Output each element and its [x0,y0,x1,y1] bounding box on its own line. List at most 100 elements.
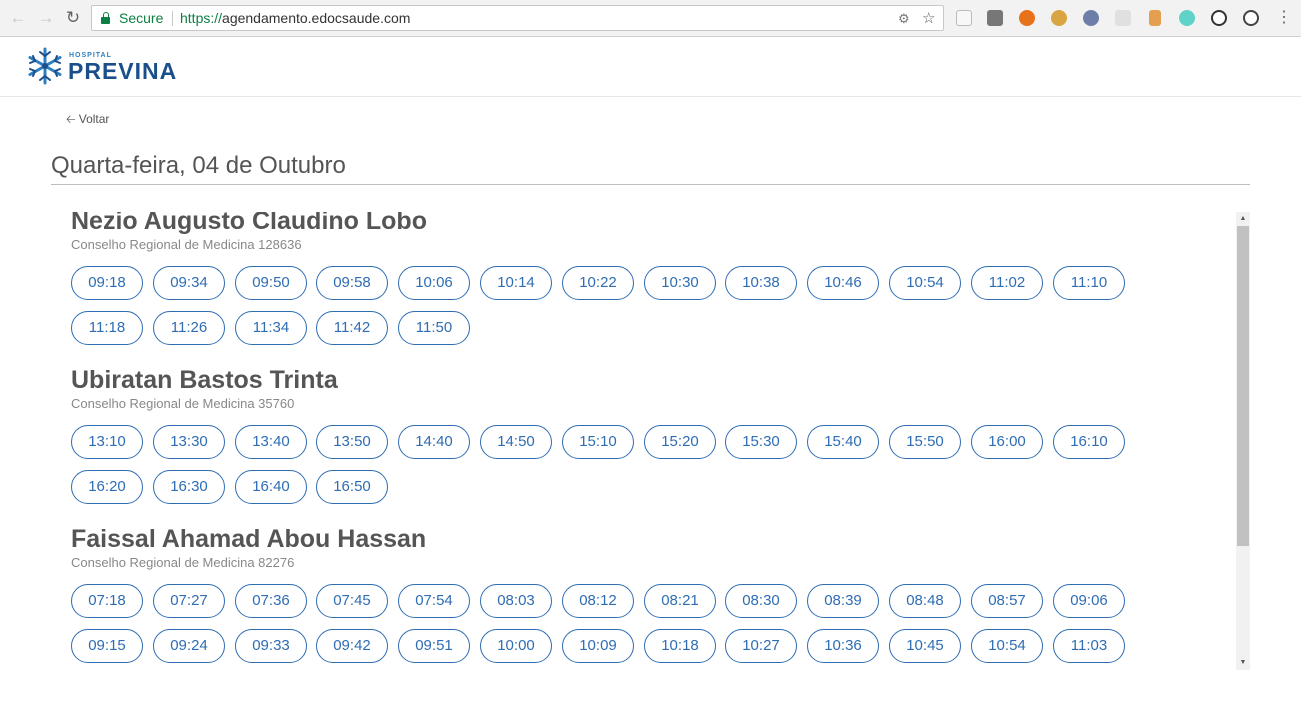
back-link[interactable]: 🡠 Voltar [66,110,109,131]
logo-title: PREVINA [68,58,178,84]
time-slot-button[interactable]: 09:18 [71,266,143,300]
scrollbar-thumb[interactable] [1237,226,1249,546]
time-slot-button[interactable]: 13:50 [316,425,388,459]
time-slot-button[interactable]: 14:40 [398,425,470,459]
time-slot-button[interactable]: 08:30 [725,584,797,618]
time-slot-button[interactable]: 08:57 [971,584,1043,618]
doctor-crm: Conselho Regional de Medicina 128636 [71,237,302,252]
extension-globe-icon[interactable] [1083,10,1099,26]
scroll-up-arrow-icon[interactable]: ▲ [1236,212,1250,226]
time-slot-button[interactable]: 08:39 [807,584,879,618]
time-slot-button[interactable]: 15:30 [725,425,797,459]
time-slot-grid: 07:18 07:27 07:36 07:45 07:54 08:03 08:12 08:21… [71,584,1131,670]
extension-page-icon[interactable] [956,10,972,26]
extension-gray-icon[interactable] [1115,10,1131,26]
time-slot-button[interactable]: 09:33 [235,629,307,663]
scrollbar[interactable]: ▲ ▼ [1236,212,1250,670]
time-slot-button[interactable]: 10:00 [480,629,552,663]
time-slot-button[interactable]: 08:12 [562,584,634,618]
hospital-logo[interactable]: HOSPITAL PREVINA [25,46,185,86]
time-slot-button[interactable]: 13:10 [71,425,143,459]
time-slot-button[interactable]: 11:42 [316,311,388,345]
scroll-down-arrow-icon[interactable]: ▼ [1236,656,1250,670]
time-slot-button[interactable]: 10:27 [725,629,797,663]
extension-dark-icon[interactable] [987,10,1003,26]
time-slot-button[interactable]: 10:36 [807,629,879,663]
time-slot-button[interactable]: 16:50 [316,470,388,504]
time-slot-button[interactable]: 15:20 [644,425,716,459]
time-slot-button[interactable]: 11:02 [971,266,1043,300]
time-slot-button[interactable]: 11:10 [1053,266,1125,300]
time-slot-button[interactable]: 07:36 [235,584,307,618]
time-slot-button[interactable]: 11:34 [235,311,307,345]
extension-spiral-icon[interactable] [1243,10,1259,26]
bookmark-star-icon[interactable]: ☆ [922,9,935,27]
time-slot-button[interactable]: 07:45 [316,584,388,618]
doctor-list[interactable]: Nezio Augusto Claudino Lobo Conselho Reg… [51,212,1250,670]
time-slot-button[interactable]: 15:50 [889,425,961,459]
time-slot-button[interactable]: 07:54 [398,584,470,618]
doctor-name: Ubiratan Bastos Trinta [71,366,338,394]
time-slot-button[interactable]: 09:51 [398,629,470,663]
time-slot-button[interactable]: 10:38 [725,266,797,300]
time-slot-button[interactable]: 14:50 [480,425,552,459]
time-slot-button[interactable]: 10:06 [398,266,470,300]
time-slot-button[interactable]: 08:48 [889,584,961,618]
time-slot-button[interactable]: 16:00 [971,425,1043,459]
time-slot-button[interactable]: 11:03 [1053,629,1125,663]
extension-sync-icon[interactable] [1211,10,1227,26]
time-slot-button[interactable]: 11:18 [71,311,143,345]
time-slot-button[interactable]: 09:34 [153,266,225,300]
time-slot-button[interactable]: 10:45 [889,629,961,663]
extension-cookie-icon[interactable] [1051,10,1067,26]
omnibox-divider [172,11,173,26]
secure-label: Secure [119,10,164,26]
title-divider [51,184,1250,185]
time-slot-button[interactable]: 16:10 [1053,425,1125,459]
snowflake-logo-icon [28,47,62,85]
browser-menu-icon[interactable]: ⋮ [1276,8,1292,28]
extension-teal-icon[interactable] [1179,10,1195,26]
time-slot-button[interactable]: 16:30 [153,470,225,504]
time-slot-button[interactable]: 16:20 [71,470,143,504]
time-slot-button[interactable]: 07:27 [153,584,225,618]
time-slot-button[interactable]: 10:22 [562,266,634,300]
time-slot-button[interactable]: 16:40 [235,470,307,504]
extension-flag-icon[interactable] [1149,10,1161,26]
time-slot-button[interactable]: 10:46 [807,266,879,300]
time-slot-button[interactable]: 08:03 [480,584,552,618]
time-slot-button[interactable]: 13:30 [153,425,225,459]
reload-icon[interactable]: ↻ [63,8,83,28]
browser-toolbar: ← → ↻ Secure https://agendamento.edocsau… [0,0,1301,37]
blocked-popup-icon[interactable]: ⚙ [898,11,910,27]
time-slot-button[interactable]: 11:50 [398,311,470,345]
time-slot-button[interactable]: 15:40 [807,425,879,459]
time-slot-button[interactable]: 09:24 [153,629,225,663]
time-slot-button[interactable]: 11:26 [153,311,225,345]
time-slot-button[interactable]: 07:18 [71,584,143,618]
time-slot-button[interactable]: 15:10 [562,425,634,459]
time-slot-button[interactable]: 10:14 [480,266,552,300]
doctor-crm: Conselho Regional de Medicina 82276 [71,555,295,570]
forward-arrow-icon[interactable]: → [36,8,56,28]
time-slot-button[interactable]: 10:09 [562,629,634,663]
time-slot-button[interactable]: 10:30 [644,266,716,300]
time-slot-button[interactable]: 09:15 [71,629,143,663]
time-slot-button[interactable]: 09:06 [1053,584,1125,618]
time-slot-button[interactable]: 08:21 [644,584,716,618]
page-title: Quarta-feira, 04 de Outubro [51,152,346,179]
time-slot-button[interactable]: 10:54 [971,629,1043,663]
extension-orange-icon[interactable] [1019,10,1035,26]
doctor-card: Nezio Augusto Claudino Lobo Conselho Reg… [71,212,1171,356]
lock-icon [101,12,110,24]
time-slot-button[interactable]: 10:54 [889,266,961,300]
time-slot-button[interactable]: 09:42 [316,629,388,663]
back-arrow-icon[interactable]: ← [8,8,28,28]
time-slot-button[interactable]: 09:58 [316,266,388,300]
time-slot-button[interactable]: 10:18 [644,629,716,663]
time-slot-button[interactable]: 13:40 [235,425,307,459]
address-bar[interactable]: Secure https://agendamento.edocsaude.com… [91,5,944,31]
url-text[interactable]: https://agendamento.edocsaude.com [180,10,410,26]
time-slot-button[interactable]: 09:50 [235,266,307,300]
time-slot-grid: 13:10 13:30 13:40 13:50 14:40 14:50 15:10 15:20… [71,425,1131,515]
